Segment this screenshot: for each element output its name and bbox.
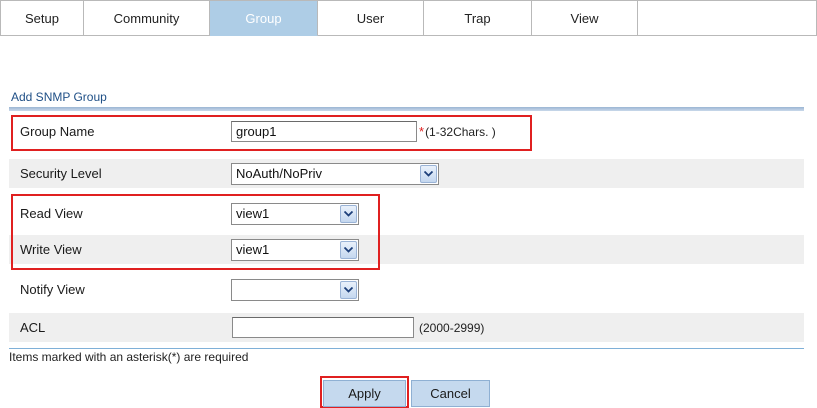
group-name-hint: (1-32Chars. ) <box>425 124 496 139</box>
tab-community[interactable]: Community <box>84 0 210 36</box>
required-asterisk: * <box>419 124 425 139</box>
security-level-value: NoAuth/NoPriv <box>236 166 322 181</box>
group-name-label: Group Name <box>20 124 95 139</box>
tab-user[interactable]: User <box>318 0 424 36</box>
notify-view-select[interactable] <box>231 278 359 301</box>
required-note: Items marked with an asterisk(*) are req… <box>9 350 249 364</box>
security-level-label: Security Level <box>20 166 102 181</box>
section-divider <box>9 107 804 111</box>
acl-hint: (2000-2999) <box>419 320 485 335</box>
acl-label: ACL <box>20 320 46 335</box>
acl-input[interactable] <box>232 317 414 338</box>
read-view-label: Read View <box>20 206 83 221</box>
write-view-select[interactable]: view1 <box>231 238 359 261</box>
security-level-select[interactable]: NoAuth/NoPriv <box>231 162 439 185</box>
tab-trap[interactable]: Trap <box>424 0 532 36</box>
cancel-button[interactable]: Cancel <box>411 380 490 407</box>
write-view-label: Write View <box>20 242 82 257</box>
form-bottom-divider <box>9 348 804 349</box>
tab-bar-filler <box>638 0 817 36</box>
apply-button[interactable]: Apply <box>323 380 406 407</box>
acl-row: ACL (2000-2999) <box>9 313 804 342</box>
write-view-value: view1 <box>236 242 270 257</box>
security-level-row: Security Level NoAuth/NoPriv <box>9 159 804 188</box>
section-title: Add SNMP Group <box>11 90 107 104</box>
chevron-down-icon[interactable] <box>340 204 357 223</box>
group-name-input[interactable] <box>231 121 417 142</box>
read-view-select[interactable]: view1 <box>231 202 359 225</box>
group-name-row: Group Name * (1-32Chars. ) <box>9 117 804 146</box>
notify-view-row: Notify View <box>9 275 804 304</box>
notify-view-label: Notify View <box>20 282 85 297</box>
write-view-row: Write View view1 <box>9 235 804 264</box>
read-view-row: Read View view1 <box>9 199 804 228</box>
tab-group[interactable]: Group <box>210 0 318 36</box>
tab-view[interactable]: View <box>532 0 638 36</box>
chevron-down-icon[interactable] <box>340 240 357 259</box>
tab-bar: Setup Community Group User Trap View <box>0 0 817 36</box>
chevron-down-icon[interactable] <box>340 280 357 299</box>
read-view-value: view1 <box>236 206 270 221</box>
chevron-down-icon[interactable] <box>420 164 437 183</box>
tab-setup[interactable]: Setup <box>0 0 84 36</box>
